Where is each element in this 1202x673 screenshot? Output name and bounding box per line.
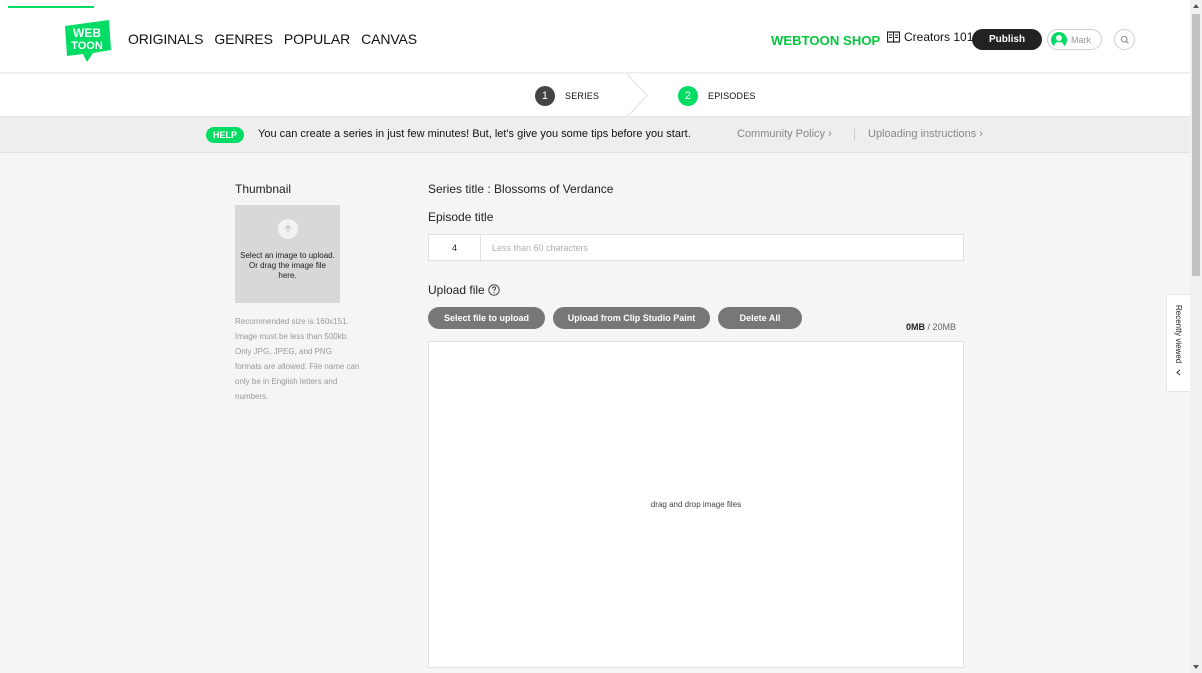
user-name: Mark xyxy=(1071,34,1091,45)
community-policy-link[interactable]: Community Policy › xyxy=(737,128,832,140)
thumbnail-upload-box[interactable]: Select an image to upload. Or drag the i… xyxy=(235,205,340,303)
scroll-down-arrow[interactable] xyxy=(1193,665,1199,669)
step-label: SERIES xyxy=(565,91,600,101)
upload-button-row: Select file to upload Upload from Clip S… xyxy=(428,307,802,329)
nav-canvas[interactable]: CANVAS xyxy=(361,31,417,47)
help-badge: HELP xyxy=(206,127,244,143)
upload-file-label: Upload file xyxy=(428,283,500,297)
step-label: EPISODES xyxy=(708,91,756,101)
upload-arrow-icon xyxy=(278,219,298,239)
delete-all-button[interactable]: Delete All xyxy=(718,307,802,329)
book-icon xyxy=(887,31,900,43)
thumbnail-hint: Select an image to upload. Or drag the i… xyxy=(240,251,335,280)
size-used: 0MB xyxy=(906,322,926,332)
thumbnail-requirements: Recommended size is 160x151. Image must … xyxy=(235,317,360,401)
episode-title-label: Episode title xyxy=(428,210,494,224)
step-episodes[interactable]: 2 EPISODES xyxy=(678,86,756,106)
page-scrollbar[interactable] xyxy=(1190,0,1202,673)
site-header: WEB TOON ORIGINALS GENRES POPULAR CANVAS… xyxy=(0,0,1190,73)
page: WEB TOON ORIGINALS GENRES POPULAR CANVAS… xyxy=(0,0,1190,673)
step-number: 2 xyxy=(678,86,698,106)
help-bar: HELP You can create a series in just few… xyxy=(0,117,1190,153)
episode-title-row: 4 xyxy=(428,234,964,261)
user-menu-button[interactable]: Mark xyxy=(1047,29,1102,50)
search-button[interactable] xyxy=(1114,29,1135,50)
episode-number: 4 xyxy=(429,235,481,260)
main-nav: ORIGINALS GENRES POPULAR CANVAS xyxy=(128,31,417,47)
top-accent-line xyxy=(8,6,94,8)
creators-101-link[interactable]: Creators 101 xyxy=(887,30,973,44)
chevron-left-icon xyxy=(1176,369,1181,376)
webtoon-logo[interactable]: WEB TOON xyxy=(63,20,113,62)
publish-button[interactable]: Publish xyxy=(972,29,1042,50)
search-icon xyxy=(1120,35,1129,44)
nav-popular[interactable]: POPULAR xyxy=(284,31,350,47)
scroll-up-arrow[interactable] xyxy=(1193,4,1199,8)
step-number: 1 xyxy=(535,86,555,106)
step-divider-arrow xyxy=(626,74,648,117)
help-question-icon[interactable] xyxy=(488,284,500,296)
step-series[interactable]: 1 SERIES xyxy=(535,86,599,106)
nav-genres[interactable]: GENRES xyxy=(214,31,273,47)
image-dropzone[interactable]: drag and drop image files xyxy=(428,341,964,668)
upload-file-text: Upload file xyxy=(428,283,485,297)
creators-101-label: Creators 101 xyxy=(904,30,974,44)
help-text: You can create a series in just few minu… xyxy=(258,128,691,140)
progress-steps: 1 SERIES 2 EPISODES xyxy=(0,74,1190,117)
help-separator xyxy=(854,129,855,140)
logo-text-toon: TOON xyxy=(71,40,103,52)
select-file-button[interactable]: Select file to upload xyxy=(428,307,545,329)
logo-text-web: WEB xyxy=(73,26,101,40)
webtoon-shop-link[interactable]: WEBTOON SHOP xyxy=(771,33,880,48)
upload-size-info: 0MB / 20MB xyxy=(906,322,956,332)
recently-viewed-tab[interactable]: Recently viewed xyxy=(1166,294,1190,392)
recently-viewed-label: Recently viewed xyxy=(1174,305,1183,364)
uploading-instructions-link[interactable]: Uploading instructions › xyxy=(868,128,983,140)
scrollbar-thumb[interactable] xyxy=(1192,14,1200,276)
thumbnail-title: Thumbnail xyxy=(235,182,292,196)
series-title: Series title : Blossoms of Verdance xyxy=(428,182,614,196)
clip-studio-upload-button[interactable]: Upload from Clip Studio Paint xyxy=(553,307,710,329)
size-limit: / 20MB xyxy=(925,322,957,332)
nav-originals[interactable]: ORIGINALS xyxy=(128,31,203,47)
avatar-icon xyxy=(1051,31,1067,48)
episode-title-input[interactable] xyxy=(481,235,963,260)
dropzone-text: drag and drop image files xyxy=(650,500,742,509)
